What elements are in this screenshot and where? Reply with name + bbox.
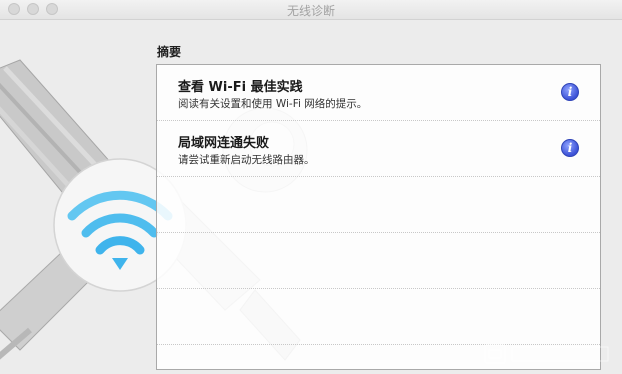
list-item-empty <box>157 177 600 233</box>
summary-item-description: 请尝试重新启动无线路由器。 <box>178 154 315 166</box>
window-title: 无线诊断 <box>286 4 335 18</box>
summary-item-lan-failure[interactable]: 局域网连通失败 请尝试重新启动无线路由器。 i <box>157 121 600 177</box>
summary-item-title: 查看 Wi-Fi 最佳实践 <box>178 80 303 95</box>
summary-item-description: 阅读有关设置和使用 Wi-Fi 网络的提示。 <box>178 98 368 110</box>
summary-list: 查看 Wi-Fi 最佳实践 阅读有关设置和使用 Wi-Fi 网络的提示。 i 局… <box>156 64 601 370</box>
watermark-logo <box>484 344 609 364</box>
summary-item-wifi-best-practices[interactable]: 查看 Wi-Fi 最佳实践 阅读有关设置和使用 Wi-Fi 网络的提示。 i <box>157 65 600 121</box>
list-item-empty <box>157 233 600 289</box>
list-item-empty <box>157 289 600 345</box>
summary-item-title: 局域网连通失败 <box>178 136 270 151</box>
info-icon[interactable]: i <box>561 83 579 101</box>
summary-label: 摘要 <box>157 45 182 59</box>
info-icon[interactable]: i <box>561 139 579 157</box>
window-titlebar: 无线诊断 <box>0 0 622 20</box>
